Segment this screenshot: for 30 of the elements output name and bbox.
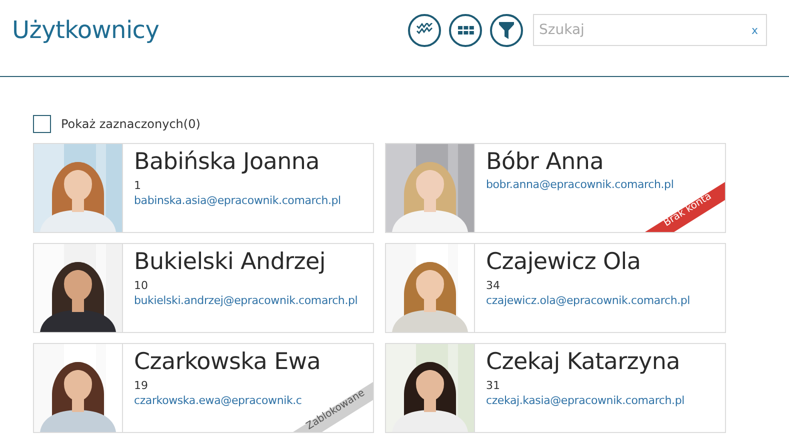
user-name: Babińska Joanna xyxy=(134,148,320,177)
filter-icon xyxy=(499,22,514,38)
user-number: 1 xyxy=(134,179,141,193)
ticks-icon xyxy=(416,23,434,37)
clear-search-button[interactable]: x xyxy=(743,24,766,36)
user-name: Bukielski Andrzej xyxy=(134,248,326,277)
user-card[interactable]: Czajewicz Ola 34 czajewicz.ola@epracownik.comarch.pl xyxy=(385,243,726,333)
user-email[interactable]: czekaj.kasia@epracownik.comarch.pl xyxy=(486,393,684,408)
user-number: 19 xyxy=(134,379,148,393)
user-name: Czarkowska Ewa xyxy=(134,348,321,377)
user-email[interactable]: bukielski.andrzej@epracownik.comarch.pl xyxy=(134,293,358,308)
check-all-button[interactable] xyxy=(408,14,441,46)
filter-button[interactable] xyxy=(490,14,523,46)
user-number: 34 xyxy=(486,279,500,293)
page-title: Użytkownicy xyxy=(12,16,160,44)
grid-icon xyxy=(458,26,474,34)
checkbox-label[interactable]: Pokaż zaznaczonych(0) xyxy=(61,117,200,131)
user-name: Czajewicz Ola xyxy=(486,248,641,277)
search-field[interactable]: Szukaj x xyxy=(533,14,767,46)
user-card[interactable]: Bukielski Andrzej 10 bukielski.andrzej@epracownik.comarch.pl xyxy=(33,243,374,333)
user-card[interactable]: Babińska Joanna 1 babinska.asia@epracownik.comarch.pl xyxy=(33,143,374,233)
checkbox[interactable] xyxy=(33,115,51,133)
user-name: Bóbr Anna xyxy=(486,148,604,177)
user-number: 31 xyxy=(486,379,500,393)
user-number: 10 xyxy=(134,279,148,293)
grid-view-button[interactable] xyxy=(449,14,482,46)
user-card[interactable]: Czekaj Katarzyna 31 czekaj.kasia@epracownik.comarch.pl xyxy=(385,343,726,433)
user-email[interactable]: babinska.asia@epracownik.comarch.pl xyxy=(134,193,341,208)
user-name: Czekaj Katarzyna xyxy=(486,348,680,377)
user-email[interactable]: czajewicz.ola@epracownik.comarch.pl xyxy=(486,293,690,308)
